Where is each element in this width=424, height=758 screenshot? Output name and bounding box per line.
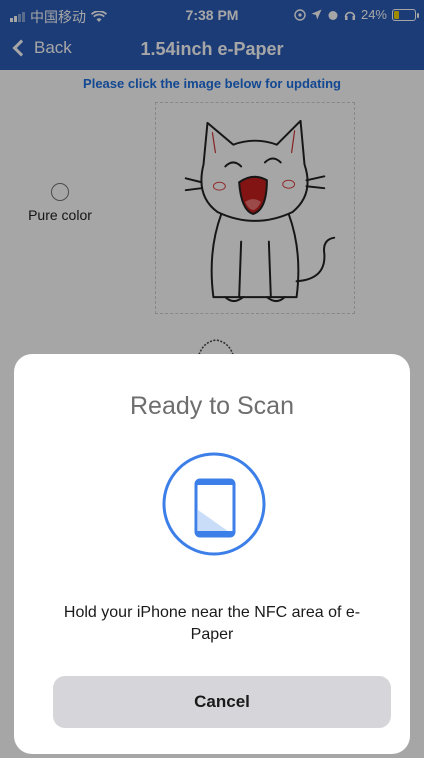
cancel-button[interactable]: Cancel xyxy=(53,676,391,728)
sheet-title: Ready to Scan xyxy=(130,392,294,420)
phone-nfc-icon xyxy=(162,452,266,556)
nfc-scan-sheet: Ready to Scan Hold your iPhone near the … xyxy=(14,354,410,754)
sheet-message: Hold your iPhone near the NFC area of e-… xyxy=(63,604,361,643)
